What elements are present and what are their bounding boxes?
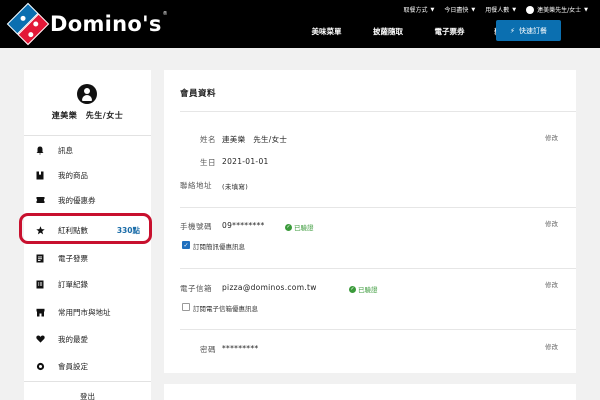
store-icon [35, 307, 45, 317]
invoice-icon [35, 253, 45, 263]
people-count-label: 用餐人數 [485, 7, 510, 14]
sidebar-item-label: 常用門市與地址 [58, 307, 111, 317]
gear-icon [35, 361, 45, 371]
panel-divider [180, 268, 576, 269]
user-icon [526, 5, 535, 14]
ticket-icon [35, 195, 45, 205]
verified-label: 已驗證 [294, 224, 314, 232]
sidebar-item-label: 我的優惠券 [58, 195, 96, 205]
chevron-down-icon: ▼ [584, 6, 588, 13]
sidebar-item-favorites[interactable]: 我的最愛 [24, 329, 151, 349]
edit-basic-info-link[interactable]: 修改 [545, 132, 558, 142]
panel-divider [180, 207, 576, 208]
avatar-icon [77, 84, 97, 104]
sidebar-item-stores-addresses[interactable]: 常用門市與地址 [24, 302, 151, 322]
birthday-value: 2021-01-01 [222, 157, 269, 166]
receipt-icon [35, 279, 45, 289]
bookmark-icon [35, 170, 45, 180]
sidebar-item-my-products[interactable]: 我的商品 [24, 165, 151, 185]
email-verified-badge: ✓ 已驗證 [349, 284, 378, 294]
delivery-time-dropdown[interactable]: 今日盡快 ▼ [444, 5, 476, 15]
address-value: (未填寫) [222, 183, 249, 191]
verified-label: 已驗證 [358, 286, 378, 294]
lightning-icon: ⚡ [510, 26, 515, 35]
edit-email-link[interactable]: 修改 [545, 279, 558, 289]
sidebar-item-label: 訊息 [58, 145, 73, 155]
logout-link[interactable]: 登出 [24, 391, 151, 400]
sidebar-item-label: 訂單紀錄 [58, 279, 88, 289]
email-label: 電子信箱 [180, 284, 212, 293]
phone-verified-badge: ✓ 已驗證 [285, 222, 314, 232]
order-method-label: 取餐方式 [403, 7, 428, 14]
sidebar-item-e-invoice[interactable]: 電子發票 [24, 248, 151, 268]
quick-order-label: 快速訂餐 [518, 26, 547, 35]
edit-phone-link[interactable]: 修改 [545, 218, 558, 228]
sidebar-user-name: 連美樂 先生/女士 [51, 111, 124, 120]
registered-mark: ® [162, 11, 168, 17]
sidebar-item-label: 會員設定 [58, 361, 88, 371]
user-account-dropdown[interactable]: 連美樂先生/女士 ▼ [526, 5, 588, 14]
order-method-dropdown[interactable]: 取餐方式 ▼ [403, 5, 435, 15]
nav-menu[interactable]: 美味菜單 [296, 26, 357, 37]
utility-menu: 取餐方式 ▼ 今日盡快 ▼ 用餐人數 ▼ 連美樂先生/女士 ▼ [403, 5, 588, 14]
sidebar-divider [24, 135, 151, 136]
chevron-down-icon: ▼ [512, 6, 517, 13]
page-title: 會員資料 [180, 89, 217, 99]
name-label: 姓名 [200, 135, 216, 144]
logo-wordmark: Domino's [50, 12, 162, 36]
sidebar-item-label: 我的商品 [58, 170, 88, 180]
sidebar-item-label: 電子發票 [58, 253, 88, 263]
birthday-label: 生日 [200, 158, 216, 167]
people-count-dropdown[interactable]: 用餐人數 ▼ [485, 5, 517, 15]
edit-password-link[interactable]: 修改 [545, 341, 558, 351]
check-circle-icon: ✓ [349, 285, 356, 293]
nav-e-tickets[interactable]: 電子票券 [419, 26, 480, 37]
sms-opt-in-label: 訂閱簡訊優惠訊息 [193, 243, 245, 251]
password-label: 密碼 [200, 345, 216, 354]
chevron-down-icon: ▼ [430, 6, 435, 13]
email-opt-in-label: 訂閱電子信箱優惠訊息 [193, 305, 258, 313]
email-opt-in-checkbox[interactable] [182, 303, 190, 311]
heart-icon [35, 334, 45, 344]
bonus-points-highlight [19, 213, 152, 244]
nav-pizza-pickup[interactable]: 披薩隨取 [357, 26, 419, 37]
password-value: ********* [222, 344, 259, 353]
dominos-logo[interactable]: Domino's ® [6, 2, 168, 46]
sidebar-divider [24, 381, 151, 382]
address-label: 聯絡地址 [180, 181, 212, 190]
phone-value: 09******** [222, 221, 265, 230]
bell-icon [35, 145, 45, 155]
delivery-time-label: 今日盡快 [444, 7, 469, 14]
sidebar-item-order-history[interactable]: 訂單紀錄 [24, 274, 151, 294]
secondary-panel [164, 384, 576, 400]
domino-tile-icon [6, 2, 50, 46]
email-value: pizza@dominos.com.tw [222, 283, 317, 292]
sms-opt-in-checkbox[interactable]: ✓ [182, 241, 190, 249]
name-value: 連美樂 先生/女士 [222, 135, 288, 144]
sidebar-item-coupons[interactable]: 我的優惠券 [24, 190, 151, 210]
panel-divider [180, 111, 576, 112]
user-name-label: 連美樂先生/女士 [537, 7, 582, 14]
quick-order-button[interactable]: ⚡ 快速訂餐 [496, 20, 561, 41]
sidebar-item-label: 我的最愛 [58, 334, 88, 344]
check-circle-icon: ✓ [285, 223, 292, 231]
panel-divider [180, 329, 576, 330]
chevron-down-icon: ▼ [471, 6, 476, 13]
phone-label: 手機號碼 [180, 222, 212, 231]
sidebar-item-member-settings[interactable]: 會員設定 [24, 356, 151, 376]
sidebar-item-messages[interactable]: 訊息 [24, 140, 151, 160]
